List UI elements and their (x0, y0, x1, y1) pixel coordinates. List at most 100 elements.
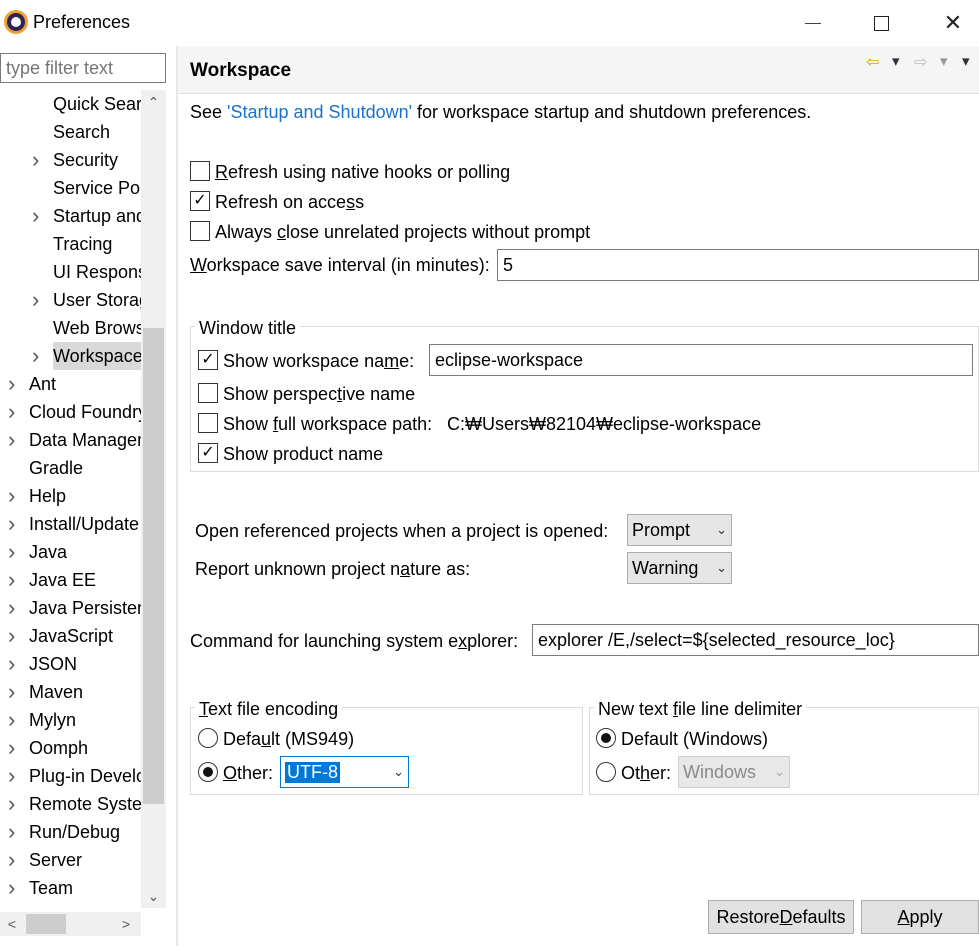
tree-item[interactable]: › Data Management (0, 426, 141, 454)
tree-item[interactable]: › Remote Systems (0, 790, 141, 818)
tree-item[interactable]: Web Browser (0, 314, 141, 342)
delimiter-other-radio[interactable] (596, 762, 616, 782)
chevron-right-icon[interactable]: › (8, 398, 22, 426)
chevron-right-icon[interactable]: › (8, 650, 22, 678)
tree-item[interactable]: › Security (0, 146, 141, 174)
startup-shutdown-link[interactable]: 'Startup and Shutdown' (227, 102, 412, 122)
tree-item[interactable]: › Server (0, 846, 141, 874)
delimiter-default-radio[interactable] (596, 728, 616, 748)
tree-item[interactable]: › Oomph (0, 734, 141, 762)
tree-item[interactable]: Search (0, 118, 141, 146)
refresh-native-label[interactable]: Refresh using native hooks or polling (215, 162, 510, 183)
panel-divider[interactable] (176, 46, 178, 946)
encoding-other-radio[interactable] (198, 762, 218, 782)
chevron-right-icon[interactable]: › (8, 370, 22, 398)
scroll-right-icon[interactable]: > (116, 912, 136, 936)
chevron-right-icon[interactable]: › (8, 538, 22, 566)
maximize-button[interactable] (858, 6, 904, 40)
tree-item[interactable]: › Ant (0, 370, 141, 398)
filter-input[interactable] (0, 53, 166, 83)
chevron-right-icon[interactable]: › (8, 734, 22, 762)
tree-item[interactable]: › JSON (0, 650, 141, 678)
show-perspective-checkbox[interactable] (198, 383, 218, 403)
tree-item[interactable]: Quick Search (0, 90, 141, 118)
tree-item[interactable]: › Team (0, 874, 141, 902)
refresh-native-checkbox[interactable] (190, 161, 210, 181)
chevron-right-icon[interactable]: › (8, 426, 22, 454)
scroll-left-icon[interactable]: < (2, 912, 22, 936)
open-referenced-dropdown[interactable]: Prompt ⌄ (627, 514, 732, 546)
chevron-right-icon[interactable]: › (32, 286, 46, 314)
always-close-label[interactable]: Always close unrelated projects without … (215, 222, 590, 243)
hscroll-thumb[interactable] (26, 914, 66, 934)
show-product-name-checkbox[interactable]: ✓ (198, 443, 218, 463)
chevron-right-icon[interactable]: › (8, 818, 22, 846)
workspace-name-input[interactable] (429, 344, 973, 376)
tree-item[interactable]: › Startup and Shutdown (0, 202, 141, 230)
close-button[interactable]: ✕ (930, 6, 976, 40)
chevron-right-icon[interactable]: › (8, 706, 22, 734)
view-menu-icon[interactable]: ▾ (962, 52, 970, 70)
encoding-dropdown[interactable]: UTF-8 ⌄ (280, 756, 409, 788)
always-close-checkbox[interactable] (190, 221, 210, 241)
tree-horizontal-scrollbar[interactable]: < > (0, 912, 141, 936)
chevron-right-icon[interactable]: › (32, 342, 46, 370)
apply-button[interactable]: Apply (861, 900, 979, 934)
encoding-default-radio[interactable] (198, 728, 218, 748)
delimiter-default-label[interactable]: Default (Windows) (621, 729, 768, 750)
tree-vertical-scrollbar[interactable]: ⌃ ⌄ (141, 90, 166, 908)
chevron-right-icon[interactable]: › (32, 146, 46, 174)
tree-item[interactable]: UI Responsiveness Monitoring (0, 258, 141, 286)
chevron-right-icon[interactable]: › (32, 202, 46, 230)
tree-item[interactable]: › Install/Update (0, 510, 141, 538)
tree-item[interactable]: › Workspace (0, 342, 141, 370)
chevron-right-icon[interactable]: › (8, 762, 22, 790)
tree-item[interactable]: › Maven (0, 678, 141, 706)
encoding-default-label[interactable]: Default (MS949) (223, 729, 354, 750)
chevron-right-icon[interactable]: › (8, 594, 22, 622)
chevron-right-icon[interactable]: › (8, 622, 22, 650)
explorer-command-input[interactable] (532, 624, 979, 656)
forward-menu-icon[interactable]: ▾ (940, 52, 948, 70)
chevron-right-icon[interactable]: › (8, 874, 22, 902)
refresh-access-label[interactable]: Refresh on access (215, 192, 364, 213)
tree-item[interactable]: Gradle (0, 454, 141, 482)
tree-item[interactable]: › Cloud Foundry (0, 398, 141, 426)
show-full-path-label[interactable]: Show full workspace path: (223, 414, 432, 435)
report-unknown-dropdown[interactable]: Warning ⌄ (627, 552, 732, 584)
tree-item[interactable]: › Plug-in Development (0, 762, 141, 790)
chevron-right-icon[interactable]: › (8, 678, 22, 706)
show-workspace-name-checkbox[interactable]: ✓ (198, 350, 218, 370)
chevron-right-icon[interactable]: › (8, 846, 22, 874)
scroll-down-icon[interactable]: ⌄ (141, 886, 166, 906)
restore-defaults-button[interactable]: Restore Defaults (708, 900, 854, 934)
tree-item[interactable]: › Terminal (0, 902, 141, 908)
forward-arrow-icon[interactable]: ⇨ (914, 52, 927, 72)
chevron-right-icon[interactable]: › (8, 790, 22, 818)
minimize-button[interactable] (790, 6, 836, 40)
tree-item[interactable]: › Help (0, 482, 141, 510)
scroll-up-icon[interactable]: ⌃ (141, 92, 166, 112)
chevron-right-icon[interactable]: › (8, 510, 22, 538)
tree-item[interactable]: › Java Persistence (0, 594, 141, 622)
show-full-path-checkbox[interactable] (198, 413, 218, 433)
back-arrow-icon[interactable]: ⇦ (866, 52, 879, 72)
encoding-other-label[interactable]: Other: (223, 763, 273, 784)
tree-item[interactable]: Tracing (0, 230, 141, 258)
show-product-name-label[interactable]: Show product name (223, 444, 383, 465)
chevron-right-icon[interactable]: › (8, 902, 22, 908)
tree-item[interactable]: › Mylyn (0, 706, 141, 734)
show-perspective-label[interactable]: Show perspective name (223, 384, 415, 405)
tree-item[interactable]: › User Storage Service (0, 286, 141, 314)
refresh-access-checkbox[interactable]: ✓ (190, 191, 210, 211)
tree-item[interactable]: Service Policies (0, 174, 141, 202)
tree-item[interactable]: › Run/Debug (0, 818, 141, 846)
back-menu-icon[interactable]: ▾ (892, 52, 900, 70)
delimiter-other-label[interactable]: Other: (621, 763, 671, 784)
tree-item[interactable]: › JavaScript (0, 622, 141, 650)
tree-item[interactable]: › Java EE (0, 566, 141, 594)
chevron-right-icon[interactable]: › (8, 482, 22, 510)
tree-item[interactable]: › Java (0, 538, 141, 566)
show-workspace-name-label[interactable]: Show workspace name: (223, 351, 414, 372)
scroll-thumb[interactable] (143, 328, 164, 804)
